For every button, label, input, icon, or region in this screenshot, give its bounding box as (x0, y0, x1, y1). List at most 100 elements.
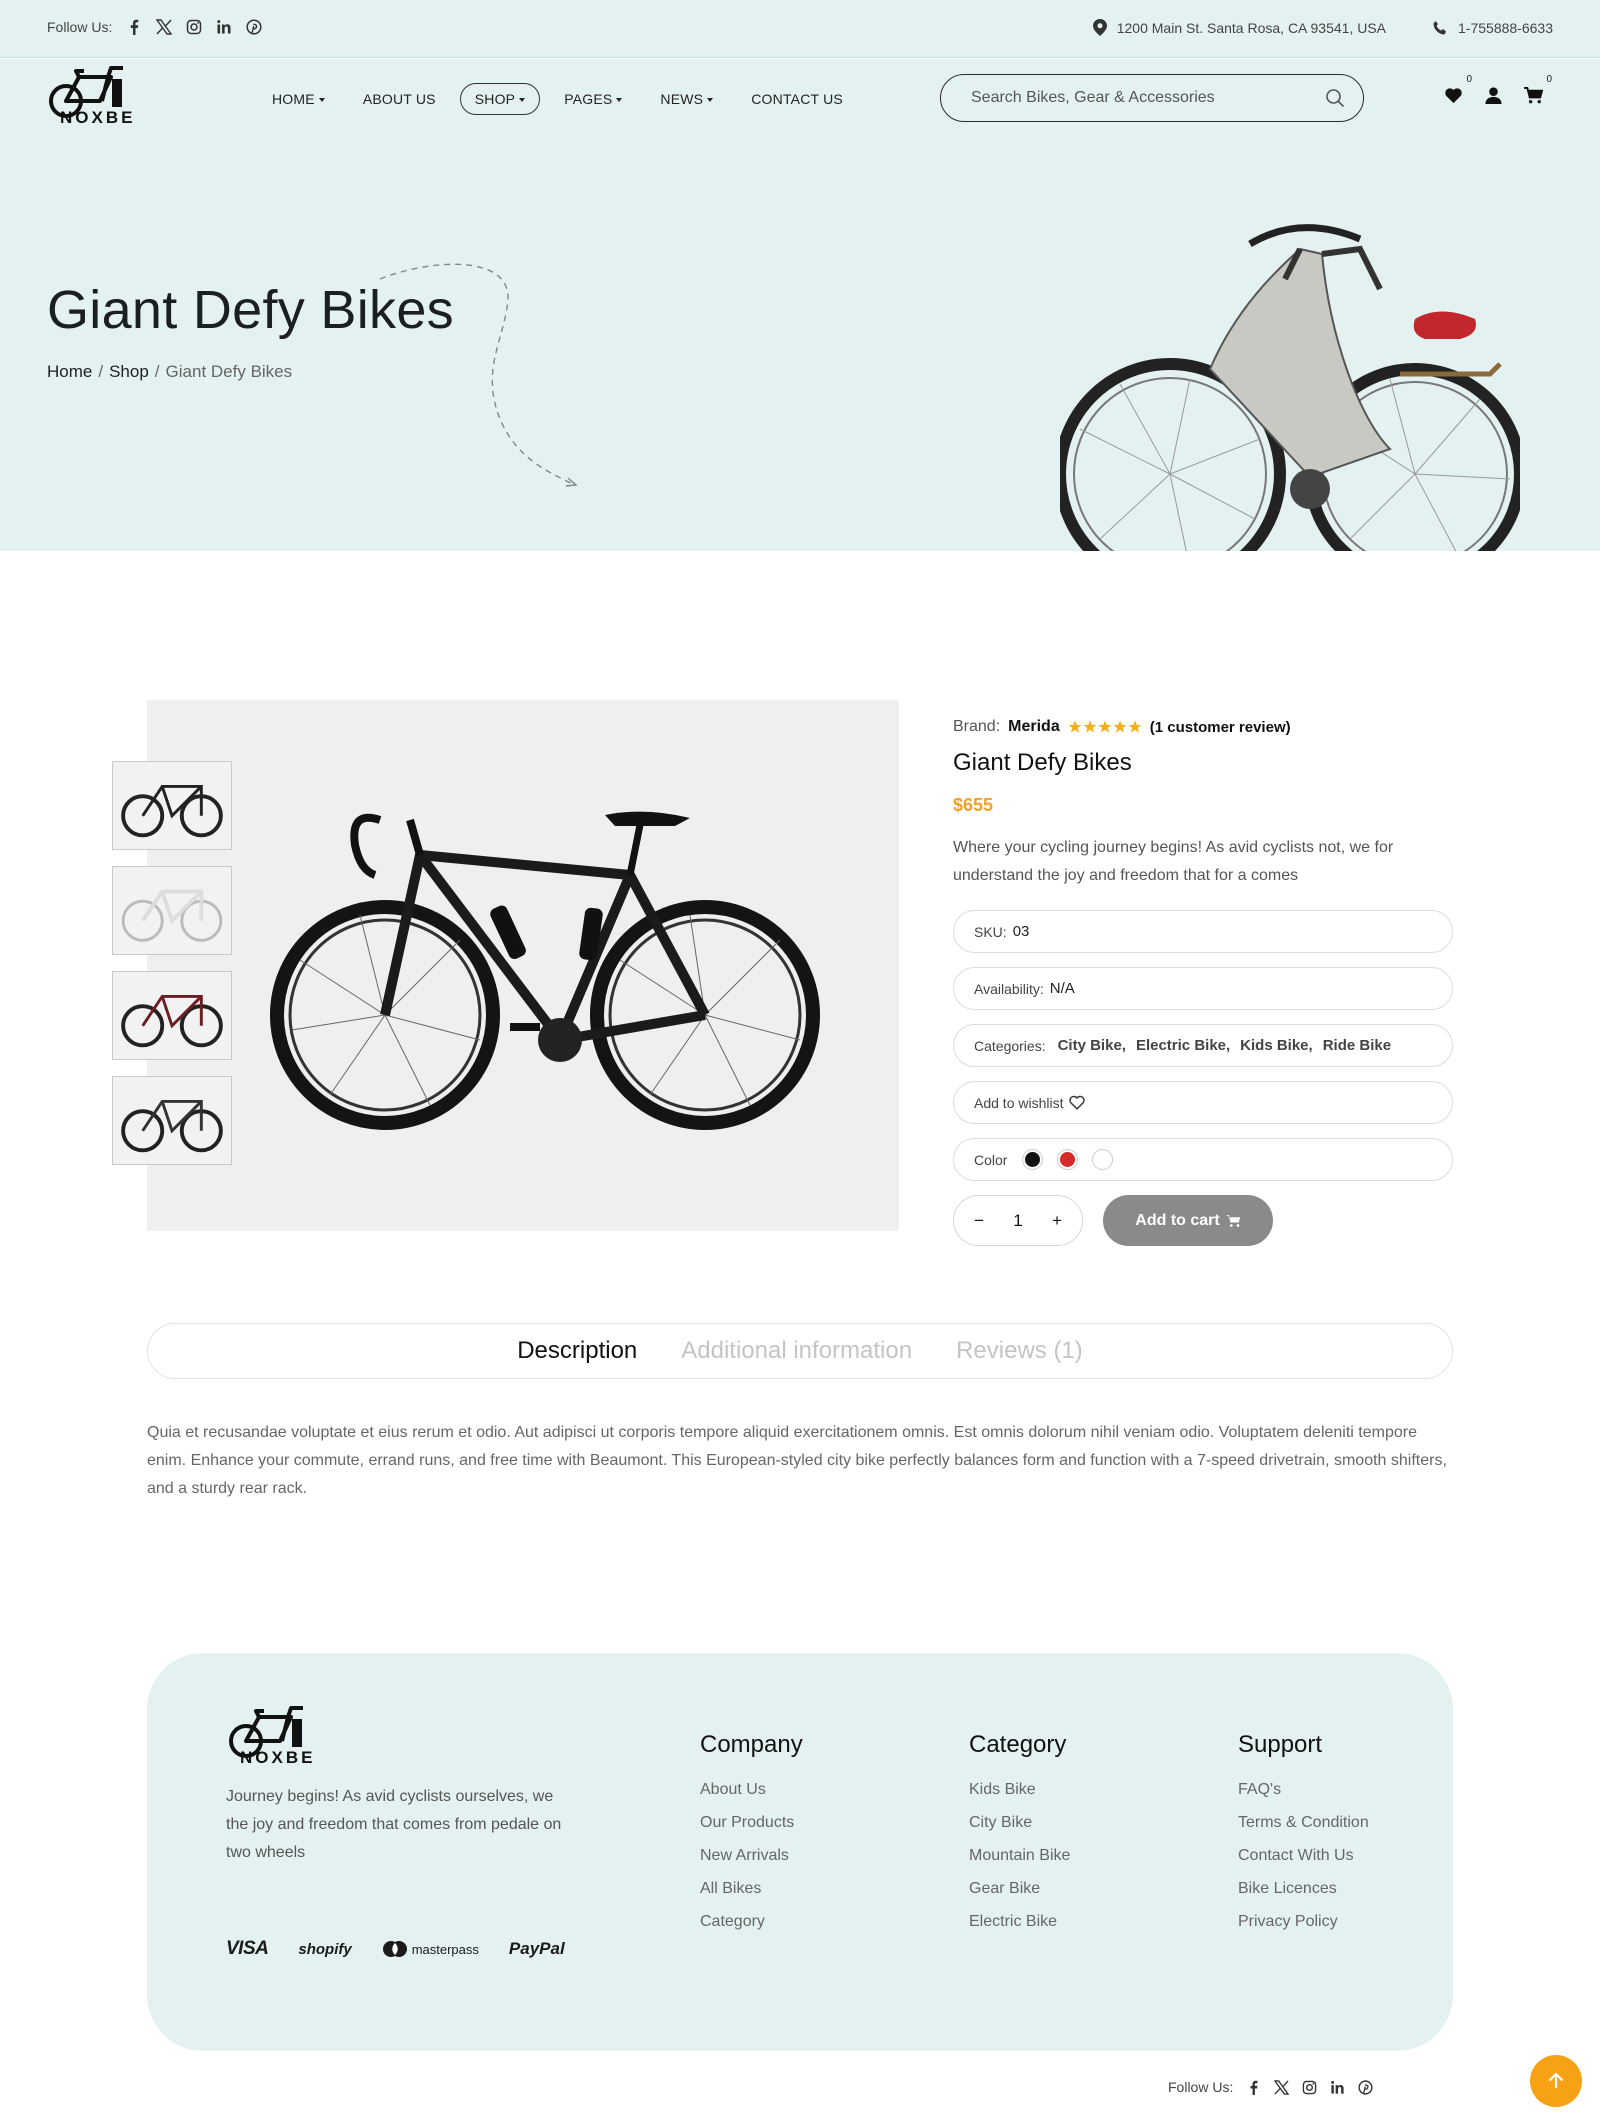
nav-about[interactable]: ABOUT US (349, 84, 450, 114)
tab-reviews[interactable]: Reviews (1) (956, 1337, 1083, 1365)
footer-column-category: Category Kids Bike City Bike Mountain Bi… (969, 1731, 1070, 1946)
footer-link[interactable]: Electric Bike (969, 1913, 1070, 1931)
cart-icon (1225, 1214, 1240, 1227)
color-swatch-black[interactable] (1023, 1150, 1043, 1169)
add-to-cart-button[interactable]: Add to cart (1103, 1195, 1273, 1246)
brand-name[interactable]: Merida (1008, 718, 1060, 736)
review-link[interactable]: (1 customer review) (1150, 719, 1291, 736)
linkedin-icon[interactable] (216, 19, 232, 35)
heart-icon (1445, 88, 1462, 104)
thumbnail-1[interactable] (112, 761, 232, 850)
paypal-logo: PayPal (508, 1939, 565, 1958)
footer-link[interactable]: All Bikes (700, 1880, 803, 1898)
address-text: 1200 Main St. Santa Rosa, CA 93541, USA (1116, 19, 1387, 36)
nav-pages[interactable]: PAGES (550, 84, 636, 114)
product-title: Giant Defy Bikes (953, 749, 1132, 776)
phone-text[interactable]: 1-755888-6633 (1458, 20, 1553, 36)
top-bar: Follow Us: 1200 Main St. Santa Rosa, CA … (0, 0, 1600, 58)
nav-news[interactable]: NEWS (646, 84, 727, 114)
arrow-up-icon (1548, 2072, 1564, 2088)
thumbnail-list (112, 761, 232, 1165)
nav-home[interactable]: HOME (258, 84, 339, 114)
product-tabs: Description Additional information Revie… (147, 1323, 1453, 1379)
rating-stars (1068, 720, 1142, 734)
footer-link[interactable]: FAQ's (1238, 1781, 1369, 1799)
breadcrumb-shop[interactable]: Shop (109, 362, 149, 382)
category-link[interactable]: Kids Bike, (1240, 1037, 1313, 1054)
footer-link[interactable]: New Arrivals (700, 1847, 803, 1865)
star-icon (1098, 720, 1112, 733)
color-swatch-white[interactable] (1093, 1150, 1113, 1169)
follow-us: Follow Us: (47, 19, 262, 35)
masterpass-logo: masterpass (382, 1940, 479, 1958)
account-button[interactable] (1484, 86, 1503, 105)
quantity-stepper: − 1 + (953, 1195, 1083, 1246)
footer-link[interactable]: Bike Licences (1238, 1880, 1369, 1898)
instagram-icon[interactable] (186, 19, 202, 35)
footer-link[interactable]: Terms & Condition (1238, 1814, 1369, 1832)
x-icon[interactable] (1274, 2079, 1290, 2095)
cart-icon (1524, 86, 1543, 104)
phone-icon (1433, 20, 1447, 34)
short-description: Where your cycling journey begins! As av… (953, 839, 1394, 884)
brand-logo[interactable]: NOXBE (46, 65, 142, 127)
footer-column-support: Support FAQ's Terms & Condition Contact … (1238, 1731, 1369, 1946)
back-to-top-button[interactable] (1530, 2055, 1582, 2107)
categories-row: Categories: City Bike, Electric Bike, Ki… (953, 1024, 1453, 1067)
wishlist-count: 0 (1466, 74, 1472, 85)
thumbnail-2[interactable] (112, 866, 232, 955)
tab-additional-information[interactable]: Additional information (681, 1337, 912, 1365)
footer-link[interactable]: Privacy Policy (1238, 1913, 1369, 1931)
search-icon[interactable] (1325, 88, 1345, 108)
footer-link[interactable]: Kids Bike (969, 1781, 1070, 1799)
increase-qty-button[interactable]: + (1052, 1211, 1062, 1231)
star-icon (1068, 720, 1082, 733)
breadcrumb-home[interactable]: Home (47, 362, 92, 382)
footer-link[interactable]: Category (700, 1913, 803, 1931)
footer-link[interactable]: Gear Bike (969, 1880, 1070, 1898)
breadcrumb-separator: / (98, 362, 104, 381)
brand-label: Brand: (953, 718, 1001, 735)
category-link[interactable]: City Bike, (1058, 1037, 1126, 1054)
color-label: Color (974, 1151, 1008, 1168)
footer-link[interactable]: City Bike (969, 1814, 1070, 1832)
star-icon (1113, 720, 1127, 733)
availability-value: N/A (1049, 980, 1075, 997)
quantity-value[interactable]: 1 (1013, 1211, 1022, 1231)
category-link[interactable]: Electric Bike, (1136, 1037, 1230, 1054)
breadcrumb-separator: / (154, 362, 160, 381)
footer-link[interactable]: Contact With Us (1238, 1847, 1369, 1865)
add-to-wishlist-button[interactable]: Add to wishlist (953, 1081, 1453, 1124)
sku-label: SKU: (974, 923, 1007, 940)
star-icon (1083, 720, 1097, 733)
facebook-icon[interactable] (126, 19, 142, 35)
caret-down-icon (707, 97, 714, 102)
masterpass-text: masterpass (411, 1941, 479, 1957)
decrease-qty-button[interactable]: − (974, 1211, 984, 1231)
pinterest-icon[interactable] (246, 19, 262, 35)
facebook-icon[interactable] (1246, 2080, 1261, 2095)
footer-column-title: Category (969, 1731, 1067, 1758)
tab-description[interactable]: Description (517, 1337, 637, 1365)
color-swatch-red[interactable] (1058, 1150, 1078, 1169)
breadcrumb: Home / Shop / Giant Defy Bikes (47, 362, 292, 382)
cart-button[interactable]: 0 (1524, 74, 1552, 105)
footer-link[interactable]: Our Products (700, 1814, 803, 1832)
thumbnail-4[interactable] (112, 1076, 232, 1165)
search-input[interactable] (971, 89, 1325, 107)
linkedin-icon[interactable] (1330, 2080, 1345, 2095)
nav-contact[interactable]: CONTACT US (737, 84, 857, 114)
thumbnail-3[interactable] (112, 971, 232, 1060)
x-icon[interactable] (156, 19, 173, 35)
pinterest-icon[interactable] (1358, 2079, 1373, 2095)
footer-logo[interactable]: NOXBE (226, 1705, 322, 1767)
category-link[interactable]: Ride Bike (1323, 1037, 1391, 1054)
instagram-icon[interactable] (1302, 2080, 1317, 2095)
heart-outline-icon (1069, 1095, 1086, 1110)
caret-down-icon (616, 97, 623, 102)
wishlist-button[interactable]: 0 (1444, 74, 1472, 105)
footer-logo-text: NOXBE (240, 1748, 315, 1767)
footer-link[interactable]: About Us (700, 1781, 803, 1799)
footer-link[interactable]: Mountain Bike (969, 1847, 1070, 1865)
nav-shop[interactable]: SHOP (459, 83, 541, 115)
